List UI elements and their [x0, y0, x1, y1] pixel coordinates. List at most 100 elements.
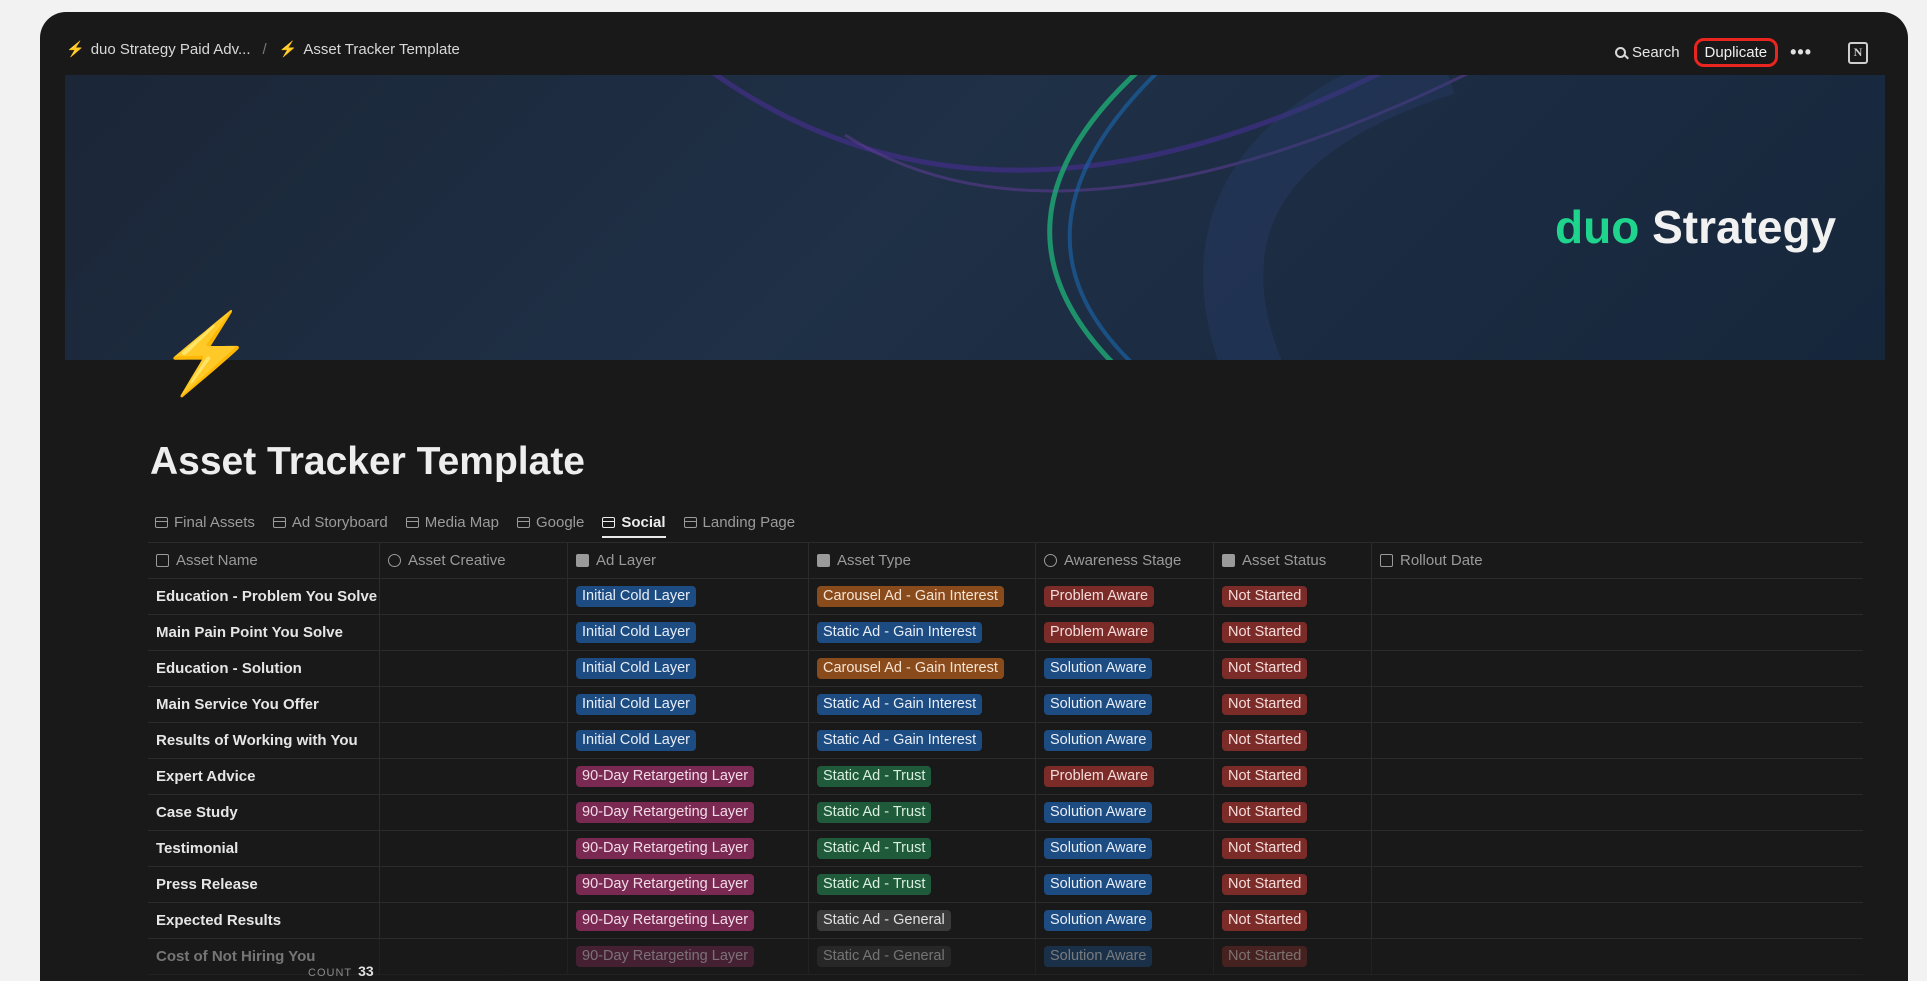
column-header-rollout-date[interactable]: Rollout Date	[1372, 543, 1863, 578]
page-icon[interactable]: ⚡	[158, 314, 255, 392]
rollout-date-cell[interactable]	[1372, 759, 1863, 794]
asset-name-cell[interactable]: Main Service You Offer	[148, 687, 380, 722]
asset-type-cell[interactable]: Carousel Ad - Gain Interest	[809, 651, 1036, 686]
asset-status-cell[interactable]: Not Started	[1214, 759, 1372, 794]
asset-creative-cell[interactable]	[380, 651, 568, 686]
asset-status-cell[interactable]: Not Started	[1214, 795, 1372, 830]
asset-name-cell[interactable]: Testimonial	[148, 831, 380, 866]
rollout-date-cell[interactable]	[1372, 903, 1863, 938]
asset-type-cell[interactable]: Carousel Ad - Gain Interest	[809, 579, 1036, 614]
tab-social[interactable]: Social	[602, 508, 666, 538]
awareness-stage-cell[interactable]: Problem Aware	[1036, 615, 1214, 650]
asset-name-cell[interactable]: Results of Working with You	[148, 723, 380, 758]
asset-status-cell[interactable]: Not Started	[1214, 939, 1372, 974]
awareness-stage-cell[interactable]: Problem Aware	[1036, 579, 1214, 614]
asset-type-cell[interactable]: Static Ad - Trust	[809, 867, 1036, 902]
asset-type-cell[interactable]: Static Ad - General	[809, 939, 1036, 974]
awareness-stage-cell[interactable]: Solution Aware	[1036, 651, 1214, 686]
tab-media-map[interactable]: Media Map	[405, 508, 499, 536]
breadcrumb-item-current[interactable]: ⚡ Asset Tracker Template	[279, 40, 460, 59]
ad-layer-cell[interactable]: Initial Cold Layer	[568, 651, 809, 686]
search-button[interactable]: Search	[1615, 44, 1680, 61]
awareness-stage-cell[interactable]: Problem Aware	[1036, 759, 1214, 794]
table-row[interactable]: Case Study 90-Day Retargeting Layer Static…	[148, 795, 1863, 831]
asset-creative-cell[interactable]	[380, 759, 568, 794]
ad-layer-cell[interactable]: 90-Day Retargeting Layer	[568, 831, 809, 866]
ad-layer-cell[interactable]: 90-Day Retargeting Layer	[568, 795, 809, 830]
asset-name-cell[interactable]: Expert Advice	[148, 759, 380, 794]
ad-layer-cell[interactable]: 90-Day Retargeting Layer	[568, 939, 809, 974]
ad-layer-cell[interactable]: Initial Cold Layer	[568, 687, 809, 722]
column-header-asset-type[interactable]: Asset Type	[809, 543, 1036, 578]
asset-creative-cell[interactable]	[380, 831, 568, 866]
asset-type-cell[interactable]: Static Ad - Gain Interest	[809, 723, 1036, 758]
column-header-awareness-stage[interactable]: Awareness Stage	[1036, 543, 1214, 578]
table-row[interactable]: Testimonial 90-Day Retargeting Layer Stati…	[148, 831, 1863, 867]
tab-final-assets[interactable]: Final Assets	[155, 508, 255, 536]
ad-layer-cell[interactable]: Initial Cold Layer	[568, 723, 809, 758]
asset-name-cell[interactable]: Education - Problem You Solve	[148, 579, 380, 614]
asset-status-cell[interactable]: Not Started	[1214, 831, 1372, 866]
asset-name-cell[interactable]: Expected Results	[148, 903, 380, 938]
asset-name-cell[interactable]: Press Release	[148, 867, 380, 902]
asset-status-cell[interactable]: Not Started	[1214, 579, 1372, 614]
page-title[interactable]: Asset Tracker Template	[150, 440, 585, 484]
asset-status-cell[interactable]: Not Started	[1214, 903, 1372, 938]
rollout-date-cell[interactable]	[1372, 939, 1863, 974]
asset-status-cell[interactable]: Not Started	[1214, 867, 1372, 902]
awareness-stage-cell[interactable]: Solution Aware	[1036, 795, 1214, 830]
column-header-ad-layer[interactable]: Ad Layer	[568, 543, 809, 578]
asset-name-cell[interactable]: Case Study	[148, 795, 380, 830]
asset-creative-cell[interactable]	[380, 795, 568, 830]
awareness-stage-cell[interactable]: Solution Aware	[1036, 723, 1214, 758]
table-row[interactable]: Results of Working with You Initial Cold …	[148, 723, 1863, 759]
asset-status-cell[interactable]: Not Started	[1214, 687, 1372, 722]
asset-creative-cell[interactable]	[380, 723, 568, 758]
asset-creative-cell[interactable]	[380, 939, 568, 974]
rollout-date-cell[interactable]	[1372, 831, 1863, 866]
asset-creative-cell[interactable]	[380, 687, 568, 722]
asset-name-cell[interactable]: Education - Solution	[148, 651, 380, 686]
awareness-stage-cell[interactable]: Solution Aware	[1036, 831, 1214, 866]
ad-layer-cell[interactable]: 90-Day Retargeting Layer	[568, 867, 809, 902]
awareness-stage-cell[interactable]: Solution Aware	[1036, 939, 1214, 974]
duplicate-button[interactable]: Duplicate	[1693, 38, 1779, 67]
asset-type-cell[interactable]: Static Ad - Trust	[809, 759, 1036, 794]
asset-name-cell[interactable]: Main Pain Point You Solve	[148, 615, 380, 650]
asset-type-cell[interactable]: Static Ad - General	[809, 903, 1036, 938]
asset-type-cell[interactable]: Static Ad - Trust	[809, 831, 1036, 866]
ad-layer-cell[interactable]: Initial Cold Layer	[568, 579, 809, 614]
rollout-date-cell[interactable]	[1372, 651, 1863, 686]
ad-layer-cell[interactable]: 90-Day Retargeting Layer	[568, 903, 809, 938]
rollout-date-cell[interactable]	[1372, 687, 1863, 722]
notion-logo-icon[interactable]: N	[1848, 41, 1868, 64]
asset-type-cell[interactable]: Static Ad - Gain Interest	[809, 687, 1036, 722]
table-row[interactable]: Main Service You Offer Initial Cold Layer…	[148, 687, 1863, 723]
ad-layer-cell[interactable]: Initial Cold Layer	[568, 615, 809, 650]
rollout-date-cell[interactable]	[1372, 615, 1863, 650]
rollout-date-cell[interactable]	[1372, 579, 1863, 614]
asset-creative-cell[interactable]	[380, 579, 568, 614]
table-row[interactable]: Expected Results 90-Day Retargeting Layer…	[148, 903, 1863, 939]
tab-landing-page[interactable]: Landing Page	[683, 508, 795, 536]
asset-status-cell[interactable]: Not Started	[1214, 651, 1372, 686]
breadcrumb-item-parent[interactable]: ⚡ duo Strategy Paid Adv...	[66, 40, 251, 59]
ad-layer-cell[interactable]: 90-Day Retargeting Layer	[568, 759, 809, 794]
column-header-asset-name[interactable]: Asset Name	[148, 543, 380, 578]
awareness-stage-cell[interactable]: Solution Aware	[1036, 903, 1214, 938]
asset-creative-cell[interactable]	[380, 615, 568, 650]
asset-creative-cell[interactable]	[380, 903, 568, 938]
asset-type-cell[interactable]: Static Ad - Gain Interest	[809, 615, 1036, 650]
column-header-asset-status[interactable]: Asset Status	[1214, 543, 1372, 578]
table-row[interactable]: Cost of Not Hiring You 90-Day Retargeting…	[148, 939, 1863, 975]
table-row[interactable]: Press Release 90-Day Retargeting Layer Sta…	[148, 867, 1863, 903]
asset-status-cell[interactable]: Not Started	[1214, 723, 1372, 758]
tab-ad-storyboard[interactable]: Ad Storyboard	[272, 508, 388, 536]
table-row[interactable]: Expert Advice 90-Day Retargeting Layer Sta…	[148, 759, 1863, 795]
table-row[interactable]: Main Pain Point You Solve Initial Cold La…	[148, 615, 1863, 651]
column-header-asset-creative[interactable]: Asset Creative	[380, 543, 568, 578]
rollout-date-cell[interactable]	[1372, 867, 1863, 902]
awareness-stage-cell[interactable]: Solution Aware	[1036, 687, 1214, 722]
asset-creative-cell[interactable]	[380, 867, 568, 902]
tab-google[interactable]: Google	[516, 508, 584, 536]
